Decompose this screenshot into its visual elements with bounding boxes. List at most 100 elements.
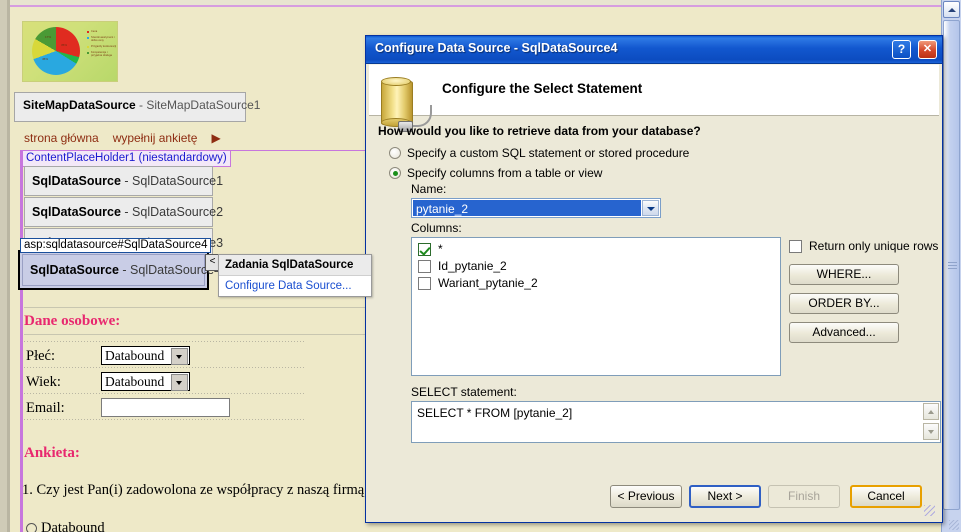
sitemap-datasource-type: SiteMapDataSource xyxy=(23,98,136,112)
legend-row: Przyjazdy konkurencji xyxy=(87,45,117,48)
survey-question-1: 1. Czy jest Pan(i) zadowolona ze współpr… xyxy=(22,482,365,498)
checkbox-icon[interactable] xyxy=(418,260,431,273)
scroll-up-icon[interactable] xyxy=(923,403,939,420)
columns-list[interactable]: * Id_pytanie_2 Wariant_pytanie_2 xyxy=(411,237,781,376)
table-name-value: pytanie_2 xyxy=(413,200,641,216)
smart-tag-panel: Zadania SqlDataSource Configure Data Sou… xyxy=(218,254,372,297)
smart-tag-configure-data-source[interactable]: Configure Data Source... xyxy=(219,276,371,296)
radio-icon xyxy=(26,523,37,532)
dialog-content: How would you like to retrieve data from… xyxy=(369,116,941,477)
legend-label: Szeroki asortyment i dobre ceny xyxy=(91,36,115,42)
chevron-down-icon xyxy=(171,374,188,391)
checkbox-icon[interactable] xyxy=(789,240,802,253)
order-by-button[interactable]: ORDER BY... xyxy=(789,293,899,314)
dialog-header-title: Configure the Select Statement xyxy=(442,81,643,96)
close-icon[interactable] xyxy=(918,40,937,59)
legend-label: Przyjazdy konkurencji xyxy=(91,45,117,48)
select-statement-textarea[interactable]: SELECT * FROM [pytanie_2] xyxy=(411,401,941,443)
column-item-star[interactable]: * xyxy=(416,242,780,259)
dialog-header-band: Configure the Select Statement xyxy=(369,65,939,132)
sitemap-path: strona główna wypełnij ankietę ▶ xyxy=(24,131,221,145)
cancel-button[interactable]: Cancel xyxy=(850,485,922,508)
designer-gutter xyxy=(0,0,7,532)
legend-row: Kompetencje i przyjazna obsluga xyxy=(87,51,117,57)
legend-swatch xyxy=(87,46,89,48)
sqldatasource-2-control[interactable]: SqlDataSource - SqlDataSource2 xyxy=(24,197,223,227)
window-vertical-scrollbar[interactable] xyxy=(941,0,961,532)
survey-option-databound[interactable]: Databound xyxy=(26,520,105,532)
pie-label-0: 35% xyxy=(61,43,68,47)
pie-chart-graphic xyxy=(32,27,80,75)
dialog-title: Configure Data Source - SqlDataSource4 xyxy=(375,41,618,55)
dialog-title-bar[interactable]: Configure Data Source - SqlDataSource4 xyxy=(366,36,942,64)
previous-button[interactable]: < Previous xyxy=(610,485,682,508)
table-name-combobox[interactable]: pytanie_2 xyxy=(411,198,661,218)
pie-label-2: 45% xyxy=(42,57,49,61)
personal-data-form: Płeć: Databound Wiek: Databound Email: xyxy=(24,341,304,422)
dialog-footer: < Previous Next > Finish Cancel xyxy=(369,477,939,519)
dropdown-plec-value: Databound xyxy=(105,348,165,363)
scroll-up-button[interactable] xyxy=(943,1,960,18)
section-title-survey: Ankieta: xyxy=(24,445,80,461)
resize-grip-icon xyxy=(949,520,959,530)
column-label: Id_pytanie_2 xyxy=(438,259,507,273)
legend-swatch xyxy=(87,31,89,33)
radio-columns-label: Specify columns from a table or view xyxy=(407,166,603,180)
dropdown-wiek-value: Databound xyxy=(105,374,165,389)
dropdown-plec[interactable]: Databound xyxy=(101,346,190,365)
column-label: Wariant_pytanie_2 xyxy=(438,276,538,290)
configure-data-source-dialog: Configure Data Source - SqlDataSource4 C… xyxy=(365,35,943,523)
ds2-id: SqlDataSource2 xyxy=(132,205,224,219)
scrollbar-thumb[interactable] xyxy=(943,20,960,510)
select-statement-label: SELECT statement: xyxy=(411,385,517,399)
pie-chart-banner: 35% 17% 45% Cena Szeroki asortyment i do… xyxy=(22,21,118,82)
sqldatasource-4-inner: SqlDataSource - SqlDataSource4 xyxy=(22,254,221,286)
pie-chart-legend: Cena Szeroki asortyment i dobre ceny Prz… xyxy=(87,30,117,60)
divider xyxy=(24,334,369,335)
label-plec: Płeć: xyxy=(26,348,55,364)
scrollbar-grip xyxy=(948,262,957,269)
ds1-type: SqlDataSource xyxy=(32,174,121,188)
pie-label-1: 17% xyxy=(45,35,52,39)
checkbox-icon[interactable] xyxy=(418,277,431,290)
legend-label: Kompetencje i przyjazna obsluga xyxy=(91,51,112,57)
column-item-wariant[interactable]: Wariant_pytanie_2 xyxy=(416,276,780,293)
return-unique-rows-label: Return only unique rows xyxy=(809,239,939,253)
column-item-id[interactable]: Id_pytanie_2 xyxy=(416,259,780,276)
name-label: Name: xyxy=(411,182,447,196)
next-button[interactable]: Next > xyxy=(689,485,761,508)
divider xyxy=(24,307,369,308)
checkbox-icon[interactable] xyxy=(418,243,431,256)
chevron-down-icon xyxy=(171,348,188,365)
smart-tag-panel-header: Zadania SqlDataSource xyxy=(219,255,371,276)
email-input[interactable] xyxy=(101,398,230,417)
radio-icon xyxy=(389,167,401,179)
radio-custom-sql-label: Specify a custom SQL statement or stored… xyxy=(407,146,690,160)
column-label: * xyxy=(438,242,443,256)
sitemap-path-item-home[interactable]: strona główna xyxy=(24,131,99,145)
legend-label: Cena xyxy=(91,30,98,33)
radio-icon xyxy=(389,147,401,159)
label-wiek: Wiek: xyxy=(26,374,61,390)
sitemap-datasource-control[interactable]: SiteMapDataSource - SiteMapDataSource1 xyxy=(14,92,260,122)
sqldatasource-4-control-selected[interactable]: SqlDataSource - SqlDataSource4 xyxy=(18,250,221,290)
sitemap-datasource-id: SiteMapDataSource1 xyxy=(146,98,261,112)
legend-row: Cena xyxy=(87,30,117,33)
scroll-down-icon[interactable] xyxy=(923,423,939,440)
ds1-id: SqlDataSource1 xyxy=(132,174,224,188)
columns-label: Columns: xyxy=(411,221,462,235)
advanced-button[interactable]: Advanced... xyxy=(789,322,899,343)
content-placeholder-tag[interactable]: ContentPlaceHolder1 (niestandardowy) xyxy=(22,150,231,167)
ds4-type: SqlDataSource xyxy=(30,263,119,277)
legend-swatch xyxy=(87,52,89,54)
help-button[interactable] xyxy=(892,40,911,59)
where-button[interactable]: WHERE... xyxy=(789,264,899,285)
dropdown-wiek[interactable]: Databound xyxy=(101,372,190,391)
chevron-down-icon[interactable] xyxy=(642,200,659,216)
sitemap-path-item-survey[interactable]: wypełnij ankietę xyxy=(113,131,198,145)
dialog-resize-grip-icon[interactable] xyxy=(924,505,935,516)
dialog-body: Configure the Select Statement How would… xyxy=(369,64,941,519)
retrieve-data-question: How would you like to retrieve data from… xyxy=(378,124,701,138)
sqldatasource-1-control[interactable]: SqlDataSource - SqlDataSource1 xyxy=(24,166,223,196)
label-email: Email: xyxy=(26,400,65,416)
